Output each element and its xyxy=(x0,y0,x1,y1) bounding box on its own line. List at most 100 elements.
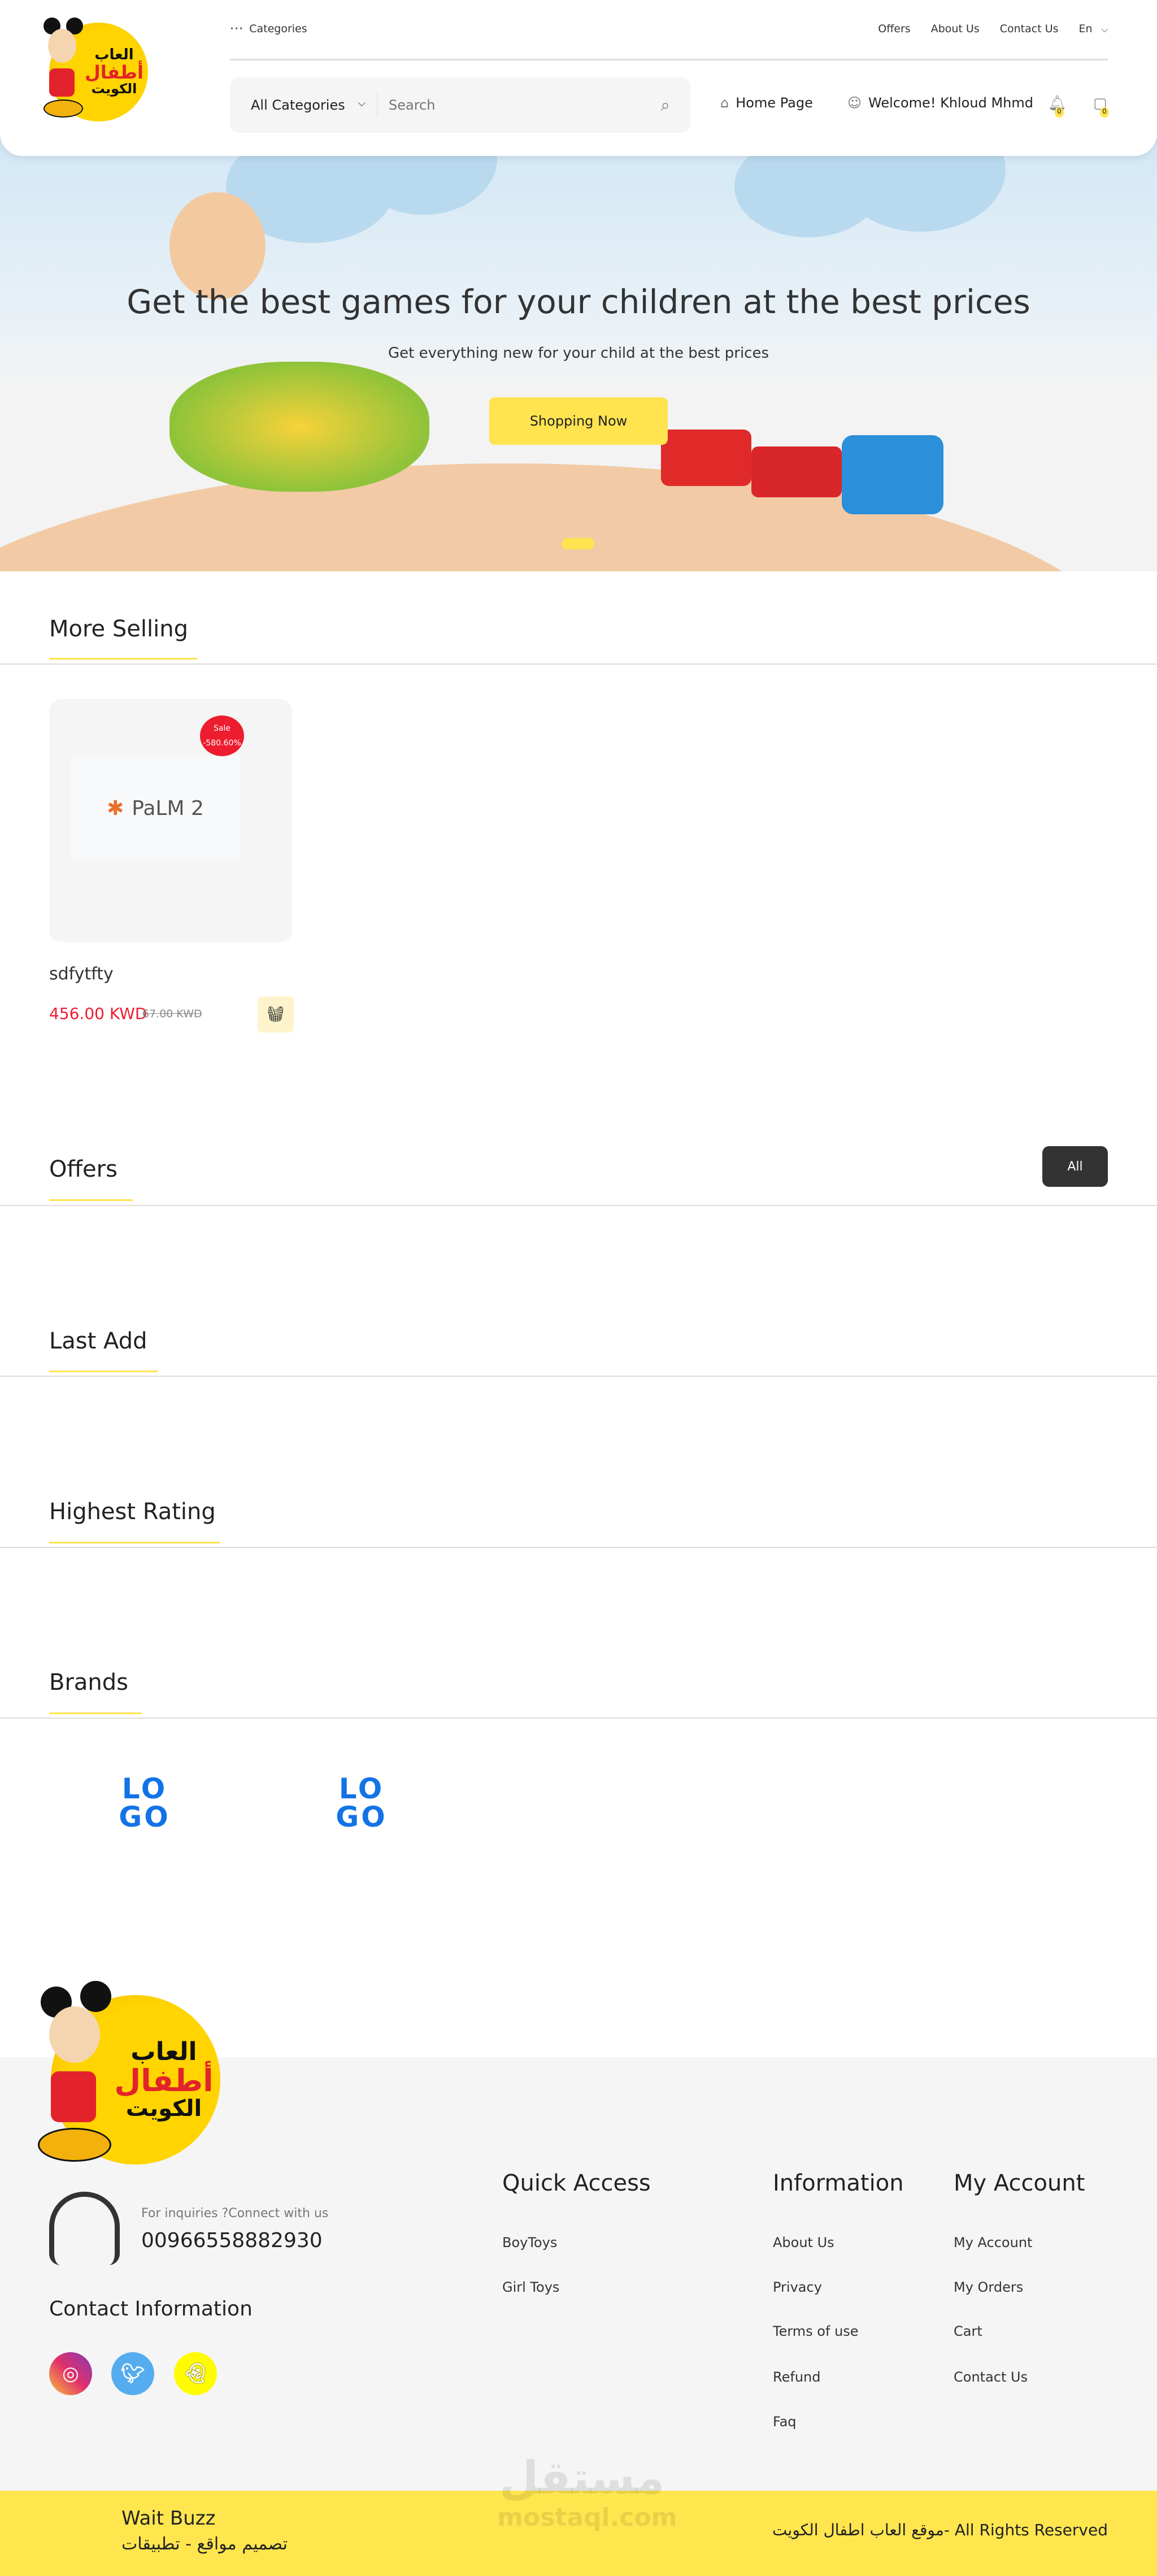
title-underline xyxy=(49,1371,158,1372)
notifications-button[interactable]: 🔔︎ 0 xyxy=(1048,95,1067,118)
headset-icon xyxy=(49,2192,120,2265)
section-title-brands: Brands xyxy=(49,1669,128,1695)
palm-logo-icon: ✱ xyxy=(107,797,124,820)
welcome-label: Welcome! Khloud Mhmd xyxy=(868,95,1033,111)
title-underline xyxy=(49,658,197,660)
footer-link-contact-us[interactable]: Contact Us xyxy=(954,2369,1028,2385)
footer-link-cart[interactable]: Cart xyxy=(954,2323,982,2339)
categories-menu[interactable]: ••• Categories xyxy=(230,23,307,35)
cart-badge: 0 xyxy=(1100,107,1109,118)
basket-icon: 🧺︎ xyxy=(266,1006,285,1023)
product-card-image[interactable]: ✱ PaLM 2 Sale -580.60% xyxy=(49,699,292,942)
category-select[interactable]: All Categories ⌵ xyxy=(230,97,377,113)
footer-logo[interactable]: العاب أطفال الكويت xyxy=(38,1981,220,2165)
footer-column-title: My Account xyxy=(954,2170,1085,2196)
logo-text: العاب xyxy=(131,2037,197,2066)
language-label: En xyxy=(1078,23,1093,35)
title-underline xyxy=(49,1199,133,1201)
home-page-link[interactable]: ⌂ Home Page xyxy=(720,95,813,111)
sale-badge: Sale -580.60% xyxy=(200,715,244,756)
dots-icon: ••• xyxy=(230,25,244,33)
product-name[interactable]: sdfytfty xyxy=(49,964,114,984)
site-header: العاب أطفال الكويت ••• Categories Offers… xyxy=(0,0,1157,156)
user-icon: ☺ xyxy=(847,95,862,111)
hero-banner: Get the best games for your children at … xyxy=(0,113,1157,571)
link-contact-us[interactable]: Contact Us xyxy=(1000,23,1059,35)
section-divider xyxy=(0,663,1157,665)
logo-text: أطفال xyxy=(85,61,143,83)
instagram-icon[interactable]: ◎ xyxy=(49,2352,92,2395)
language-select[interactable]: En ⌵ xyxy=(1079,23,1108,35)
top-links: Offers About Us Contact Us En ⌵ xyxy=(878,23,1108,35)
cart-button[interactable]: ▢ 0 xyxy=(1093,95,1109,118)
watermark-text: مستقل xyxy=(499,2452,665,2504)
sale-label: Sale xyxy=(214,724,230,733)
copyright-text: موقع العاب اطفال الكويت- All Rights Rese… xyxy=(772,2521,1108,2539)
home-page-label: Home Page xyxy=(736,95,813,111)
logo-text: أطفال xyxy=(114,2062,214,2098)
footer-link-privacy[interactable]: Privacy xyxy=(773,2279,822,2295)
watermark-subtext: mostaql.com xyxy=(497,2503,677,2532)
section-divider xyxy=(0,1205,1157,1206)
search-input[interactable] xyxy=(377,97,661,113)
link-about-us[interactable]: About Us xyxy=(931,23,980,35)
credit-name[interactable]: Wait Buzz xyxy=(121,2507,215,2530)
brand-logo[interactable]: LO GO xyxy=(332,1775,392,1831)
brand-logo-text: GO xyxy=(119,1801,171,1833)
section-divider xyxy=(0,1718,1157,1719)
slider-dot-active[interactable] xyxy=(562,538,594,549)
mickey-mouse-icon xyxy=(38,1981,117,2165)
footer-link-refund[interactable]: Refund xyxy=(773,2369,820,2385)
link-offers[interactable]: Offers xyxy=(878,23,910,35)
footer-link-faq[interactable]: Faq xyxy=(773,2414,797,2430)
product-old-price: 67.00 KWD xyxy=(142,1008,202,1020)
product-price: 456.00 KWD xyxy=(49,1004,147,1023)
footer-column-title: Quick Access xyxy=(502,2170,651,2196)
chevron-down-icon: ⌵ xyxy=(1101,24,1108,34)
contact-information-title: Contact Information xyxy=(49,2297,253,2321)
snapchat-icon[interactable]: 👻︎ xyxy=(174,2352,217,2395)
site-logo[interactable]: العاب أطفال الكويت xyxy=(43,18,148,122)
section-title-more-selling: More Selling xyxy=(49,616,188,642)
train-toy-image xyxy=(661,413,949,526)
inquiries-text: For inquiries ?Connect with us xyxy=(141,2206,329,2221)
twitter-icon[interactable]: 🐦︎ xyxy=(111,2352,154,2395)
logo-text: الكويت xyxy=(91,81,137,97)
footer-link-boy-toys[interactable]: BoyToys xyxy=(502,2235,557,2250)
search-bar: All Categories ⌵ ⌕ xyxy=(230,77,690,133)
credit-subtitle: تصميم مواقع - تطبيقات xyxy=(121,2534,288,2554)
logo-text: العاب xyxy=(94,46,134,64)
title-underline xyxy=(49,1712,142,1714)
hero-title: Get the best games for your children at … xyxy=(127,283,1030,321)
footer-link-about-us[interactable]: About Us xyxy=(773,2235,834,2250)
product-image-text: PaLM 2 xyxy=(132,797,204,820)
section-divider xyxy=(0,1376,1157,1377)
chevron-down-icon: ⌵ xyxy=(358,97,366,109)
header-divider xyxy=(230,59,1108,60)
add-to-cart-button[interactable]: 🧺︎ xyxy=(258,996,294,1033)
category-select-value: All Categories xyxy=(251,97,345,113)
home-icon: ⌂ xyxy=(720,95,729,111)
footer-link-my-account[interactable]: My Account xyxy=(954,2235,1032,2250)
watermark: مستقل mostaql.com xyxy=(497,2452,677,2532)
phone-number[interactable]: 00966558882930 xyxy=(141,2229,323,2252)
brand-logo-text: GO xyxy=(336,1801,388,1833)
offers-all-button[interactable]: All xyxy=(1042,1146,1108,1187)
section-divider xyxy=(0,1547,1157,1548)
product-image: ✱ PaLM 2 xyxy=(71,756,240,861)
toy-image xyxy=(169,362,429,492)
brand-logo-text: LO xyxy=(338,1772,385,1805)
shopping-now-button[interactable]: Shopping Now xyxy=(489,397,668,445)
section-title-highest-rating: Highest Rating xyxy=(49,1499,216,1525)
search-icon[interactable]: ⌕ xyxy=(660,96,670,115)
section-title-last-add: Last Add xyxy=(49,1328,147,1354)
account-link[interactable]: ☺ Welcome! Khloud Mhmd xyxy=(847,95,1033,111)
hero-subtitle: Get everything new for your child at the… xyxy=(388,345,769,362)
brand-logo-text: LO xyxy=(121,1772,168,1805)
section-title-offers: Offers xyxy=(49,1156,118,1182)
footer-link-my-orders[interactable]: My Orders xyxy=(954,2279,1023,2295)
footer-link-terms[interactable]: Terms of use xyxy=(773,2323,859,2339)
categories-label: Categories xyxy=(249,23,307,35)
footer-link-girl-toys[interactable]: Girl Toys xyxy=(502,2279,559,2295)
brand-logo[interactable]: LO GO xyxy=(115,1775,175,1831)
